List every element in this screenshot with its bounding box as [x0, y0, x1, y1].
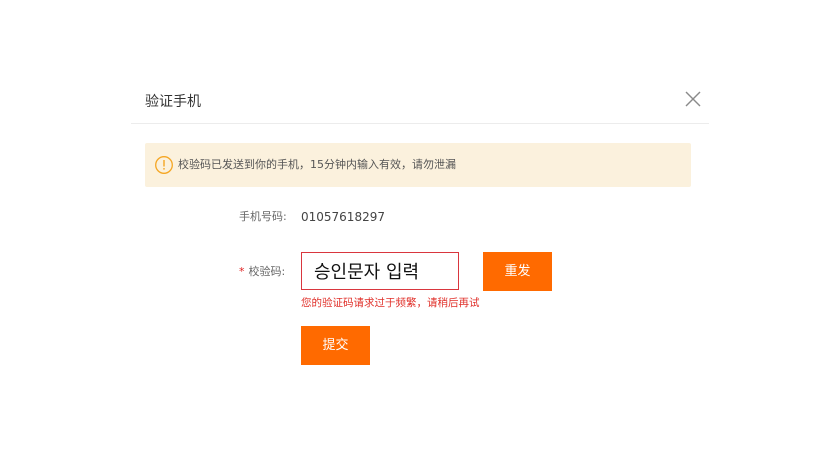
required-mark: * [239, 265, 245, 278]
error-message: 您的验证码请求过于频繁，请稍后再试 [301, 297, 480, 309]
resend-button[interactable]: 重发 [483, 252, 552, 291]
code-label-group: * 校验码: [239, 264, 285, 280]
info-circle-icon [154, 155, 174, 175]
phone-label: 手机号码: [239, 210, 287, 223]
close-icon[interactable] [682, 88, 704, 110]
dialog-header: 验证手机 [131, 78, 709, 124]
phone-value: 01057618297 [301, 210, 385, 224]
code-input-container [301, 252, 459, 290]
submit-button[interactable]: 提交 [301, 326, 370, 365]
verification-code-input[interactable] [302, 253, 458, 289]
page: 验证手机 校验码已发送到你的手机，15分钟内输入有效，请勿泄漏 手机号码: 01… [0, 0, 827, 462]
code-label: 校验码: [248, 265, 286, 278]
notice-banner: 校验码已发送到你的手机，15分钟内输入有效，请勿泄漏 [145, 143, 691, 187]
dialog-title: 验证手机 [145, 94, 201, 110]
notice-text: 校验码已发送到你的手机，15分钟内输入有效，请勿泄漏 [178, 158, 456, 171]
verify-phone-dialog: 验证手机 校验码已发送到你的手机，15分钟内输入有效，请勿泄漏 手机号码: 01… [131, 78, 709, 378]
